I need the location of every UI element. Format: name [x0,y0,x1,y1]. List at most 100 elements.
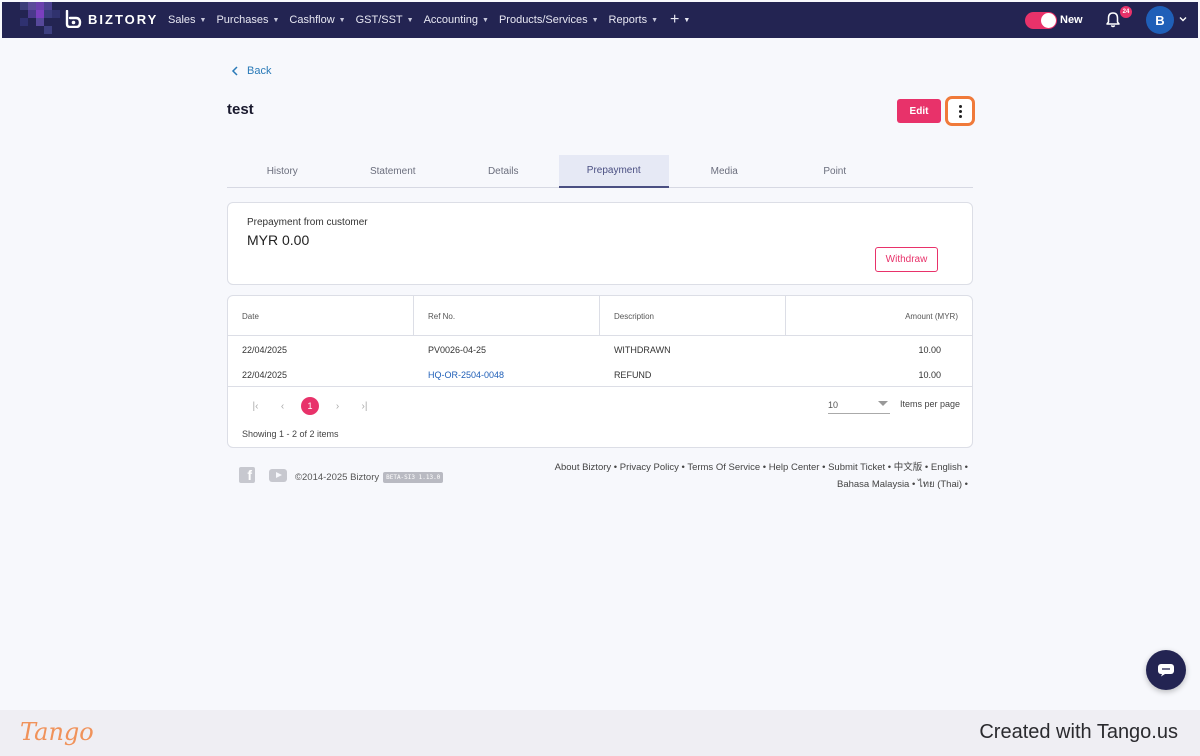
cell-date: 22/04/2025 [242,344,288,355]
prev-page-icon[interactable]: ‹ [269,401,296,412]
current-page[interactable]: 1 [301,397,319,415]
chevron-down-icon: ▼ [591,16,599,24]
back-link[interactable]: Back [231,65,271,77]
column-header-date[interactable]: Date [228,296,414,336]
brand-pixel-decoration [2,2,72,38]
last-page-icon[interactable]: ›| [351,401,378,412]
quick-add-button[interactable]: + ▼ [670,11,690,29]
copyright: ©2014-2025 Biztory BETA-SI3 1.13.0 [295,472,444,483]
chevron-down-icon: ▼ [338,16,346,24]
chevron-down-icon: ▼ [482,16,489,24]
column-header-description[interactable]: Description [600,296,786,336]
cell-description: WITHDRAWN [613,344,671,355]
tab-statement[interactable]: Statement [338,155,449,188]
footer-link-submit-ticket[interactable]: Submit Ticket [828,462,885,473]
footer-link-thai[interactable]: ไทย (Thai) [918,479,962,490]
menu-sales[interactable]: Sales ▼ [168,14,206,26]
menu-reports[interactable]: Reports ▼ [609,14,658,26]
next-page-icon[interactable]: › [324,401,351,412]
prepayment-table: Date Ref No. Description Amount (MYR) 22… [227,295,973,448]
cell-description: REFUND [613,369,652,380]
prepayment-amount: MYR 0.00 [247,232,310,248]
menu-label: Purchases [216,14,269,26]
footer-link-malay[interactable]: Bahasa Malaysia [837,479,909,490]
tab-media[interactable]: Media [669,155,780,188]
footer-link-chinese[interactable]: 中文版 [894,462,923,473]
tab-history[interactable]: History [227,155,338,188]
tango-logo: Tango [20,718,94,746]
footer-link-english[interactable]: English [931,462,962,473]
tab-prepayment[interactable]: Prepayment [558,155,669,188]
chevron-down-icon: ▼ [406,16,414,24]
chat-icon [1158,664,1174,677]
menu-accounting[interactable]: Accounting ▼ [424,14,489,26]
footer-link-privacy[interactable]: Privacy Policy [620,462,679,473]
more-options-button[interactable] [945,96,975,126]
tango-credit: Created with Tango.us [979,721,1178,743]
copyright-text: ©2014-2025 Biztory [295,472,380,483]
toggle-knob [1041,13,1056,28]
prepayment-summary-card: Prepayment from customer MYR 0.00 Withdr… [227,202,973,285]
cell-ref-no-link[interactable]: HQ-OR-2504-0048 [414,362,600,387]
cell-amount: 10.00 [918,344,941,355]
new-ui-toggle-label: New [1060,14,1083,26]
menu-cashflow[interactable]: Cashflow ▼ [289,14,345,26]
menu-label: GST/SST [355,14,403,26]
menu-products-services[interactable]: Products/Services ▼ [499,14,599,26]
first-page-icon[interactable]: |‹ [242,401,269,412]
version-badge: BETA-SI3 1.13.0 [383,472,444,483]
menu-label: Products/Services [498,14,588,26]
table-row: 22/04/2025 HQ-OR-2504-0048 REFUND 10.00 [228,362,972,387]
table-body: 22/04/2025 PV0026-04-25 WITHDRAWN 10.00 … [228,336,972,387]
new-ui-toggle[interactable] [1025,12,1057,29]
main-menu: Sales ▼ Purchases ▼ Cashflow ▼ GST/SST ▼ Acc… [168,2,690,38]
tab-point[interactable]: Point [780,155,891,188]
showing-count: Showing 1 - 2 of 2 items [242,429,339,439]
withdraw-button[interactable]: Withdraw [875,247,938,272]
youtube-icon[interactable] [269,469,287,482]
tango-watermark-bar: Tango Created with Tango.us [0,710,1200,756]
footer-link-about[interactable]: About Biztory [555,462,612,473]
cell-date: 22/04/2025 [242,369,288,380]
brand-name: BIZTORY [88,11,159,27]
chevron-down-icon: ▼ [651,16,659,24]
menu-label: Reports [608,14,648,26]
items-per-page-label: Items per page [900,399,961,409]
caret-down-icon [878,401,888,406]
footer-link-terms[interactable]: Terms Of Service [687,462,760,473]
customer-tabs: History Statement Details Prepayment Med… [227,155,973,188]
chevron-down-icon: ▼ [199,16,207,24]
menu-label: Accounting [423,14,479,26]
column-header-amount[interactable]: Amount (MYR) [786,296,972,336]
chevron-down-icon[interactable] [1178,14,1188,24]
menu-purchases[interactable]: Purchases ▼ [216,14,279,26]
chevron-down-icon: ▼ [272,16,280,24]
menu-label: Cashflow [289,14,335,26]
more-vertical-icon [958,104,962,118]
footer-links: About Biztory • Privacy Policy • Terms O… [554,462,968,490]
back-label: Back [247,65,272,77]
chat-support-button[interactable] [1146,650,1186,690]
avatar[interactable]: B [1146,6,1174,34]
prepayment-label: Prepayment from customer [247,217,368,228]
chevron-down-icon: ▼ [683,16,691,24]
plus-icon: + [670,11,680,28]
column-header-ref-no[interactable]: Ref No. [414,296,600,336]
menu-label: Sales [168,14,196,26]
biztory-logo-icon [65,10,82,28]
footer-link-help[interactable]: Help Center [769,462,820,473]
pagination: |‹ ‹ 1 › ›| [242,397,378,415]
items-per-page-value: 10 [828,399,839,410]
table-header: Date Ref No. Description Amount (MYR) [228,296,972,336]
notification-badge: 24 [1120,6,1132,18]
menu-gst-sst[interactable]: GST/SST ▼ [356,14,414,26]
edit-button[interactable]: Edit [897,99,941,123]
items-per-page-select[interactable]: 10 [828,396,890,414]
cell-ref-no: PV0026-04-25 [427,344,487,355]
page-title: test [227,101,254,118]
tab-details[interactable]: Details [448,155,559,188]
brand-logo[interactable]: BIZTORY [64,10,158,28]
app-window: BIZTORY Sales ▼ Purchases ▼ Cashflow ▼ GST/… [2,2,1198,708]
facebook-icon[interactable]: f [239,467,255,483]
chevron-left-icon [231,66,238,76]
